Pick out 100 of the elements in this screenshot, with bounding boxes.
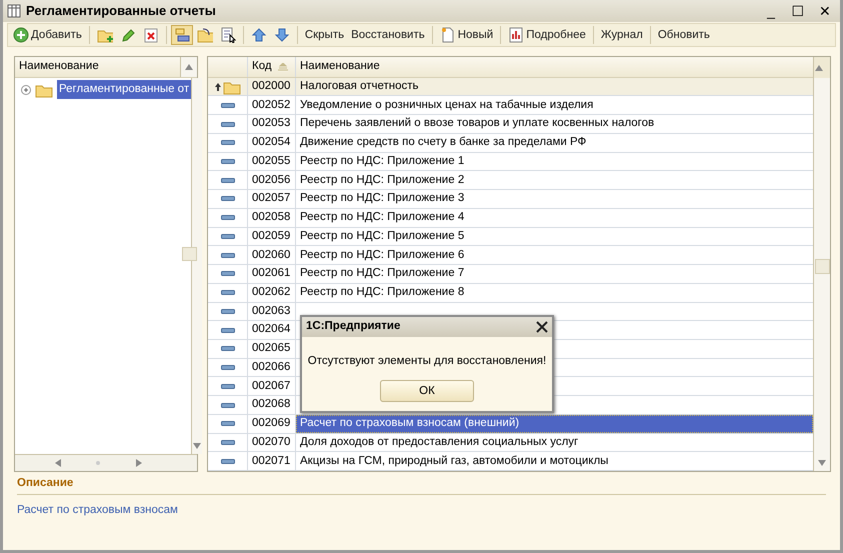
scroll-left-arrow[interactable] [54, 459, 62, 467]
toolbar-button[interactable]: Новый [436, 25, 496, 45]
item-icon [220, 365, 234, 370]
column-header[interactable]: Наименование [296, 57, 813, 77]
table-cell-text: Доля доходов от предоставления социальных услуг [299, 434, 580, 450]
table-cell-text: Реестр по НДС: Приложение 1 [299, 154, 466, 169]
table-cell-text: Реестр по НДС: Приложение 6 [299, 248, 466, 263]
table-row[interactable]: 002071 Акцизы на ГСМ, природный газ, автомобили и мотоциклы [208, 452, 813, 471]
table-cell-text: Реестр по НДС: Приложение 3 [299, 191, 466, 206]
table-row[interactable]: 002060 Реестр по НДС: Приложение 6 [208, 246, 813, 266]
table-row[interactable]: 002052 Уведомление о розничных ценах на табачные изделия [208, 96, 813, 116]
table-cell: 002053 [248, 115, 296, 133]
item-icon [220, 140, 234, 146]
table-cell: 002058 [248, 208, 296, 227]
table-row[interactable]: 002056 Реестр по НДС: Приложение 2 [208, 171, 813, 190]
item-icon [220, 402, 234, 408]
table-cell-text: Реестр по НДС: Приложение 8 [299, 285, 466, 300]
sort-icon [276, 62, 289, 71]
close-button[interactable]: ✕ [814, 4, 836, 18]
table-cell-text: Налоговая отчетность [299, 78, 420, 94]
scroll-thumb[interactable] [96, 461, 100, 465]
minimize-button[interactable]: _ [760, 4, 782, 18]
table-cell-text: Реестр по НДС: Приложение 7 [299, 266, 466, 282]
table-row[interactable]: 002070 Доля доходов от предоставления социальных услуг [208, 434, 813, 452]
item-icon [220, 458, 234, 464]
item-icon [220, 346, 234, 352]
up-arrow-icon [214, 82, 220, 91]
section-heading: Описание [17, 474, 826, 496]
table-row[interactable]: 002058 Реестр по НДС: Приложение 4 [208, 208, 813, 228]
table-cell-text: Реестр по НДС: Приложение 5 [299, 228, 466, 244]
item-icon [220, 440, 234, 446]
table-row[interactable]: 002054 Движение средств по счету в банке за пределами РФ [208, 134, 813, 153]
table-cell: 002065 [248, 340, 296, 358]
table-cell: 002055 [248, 152, 296, 170]
item-icon [220, 328, 234, 333]
scroll-right-arrow[interactable] [134, 459, 142, 467]
table-cell: 002059 [248, 228, 296, 246]
item-icon [220, 290, 234, 296]
table-cell: 002054 [248, 134, 296, 152]
chart-report-icon [508, 27, 524, 43]
table-cell: 002000 [248, 78, 296, 96]
table-row[interactable]: 002062 Реестр по НДС: Приложение 8 [208, 284, 813, 303]
table-cell-text: Движение средств по счету в банке за пределами РФ [299, 135, 588, 150]
item-icon [220, 271, 234, 276]
ok-button[interactable]: ОК [380, 380, 474, 402]
item-icon [220, 122, 234, 127]
scroll-down-arrow[interactable] [192, 442, 202, 450]
table-cell: 002061 [248, 265, 296, 283]
scroll-up-arrow[interactable] [184, 63, 194, 71]
window-title: Регламентированные отчеты [26, 2, 217, 20]
table-cell: 002060 [248, 246, 296, 264]
item-icon [220, 384, 234, 389]
table-cell: Расчет по страховым взносам (внешний) [296, 414, 813, 433]
table-cell-text: Реестр по НДС: Приложение 2 [299, 172, 466, 188]
item-icon [220, 308, 234, 314]
table-icon [7, 4, 21, 18]
description-text: Расчет по страховым взносам [17, 503, 179, 518]
hierarchy-button[interactable] [170, 25, 193, 45]
table-cell: 002070 [248, 434, 296, 452]
table-cell-text: Акцизы на ГСМ, природный газ, автомобили и мотоциклы [299, 454, 610, 469]
scroll-thumb[interactable] [814, 259, 830, 274]
scroll-down-arrow[interactable] [817, 459, 827, 467]
table-row[interactable]: 002053 Перечень заявлений о ввозе товаров и уплате косвенных налогов [208, 115, 813, 134]
scroll-thumb[interactable] [182, 247, 197, 261]
item-icon [220, 159, 234, 164]
table-cell: 002068 [248, 396, 296, 414]
table-cell: 002071 [248, 452, 296, 470]
scroll-up-arrow[interactable] [814, 64, 824, 72]
table-cell: 002062 [248, 284, 296, 302]
item-icon [220, 178, 234, 183]
table-cell: 002057 [248, 190, 296, 208]
table-cell: 002052 [248, 96, 296, 114]
item-icon [220, 215, 234, 220]
table-cell: 002064 [248, 321, 296, 339]
table-row[interactable]: 002055 Реестр по НДС: Приложение 1 [208, 152, 813, 172]
table-row[interactable]: 002069 Расчет по страховым взносам (внешний) [208, 414, 813, 434]
table-row[interactable]: 002000 Налоговая отчетность [208, 78, 813, 96]
table-row[interactable]: 002057 Реестр по НДС: Приложение 3 [208, 190, 813, 209]
table-row[interactable]: 002061 Реестр по НДС: Приложение 7 [208, 265, 813, 284]
item-icon [220, 234, 234, 239]
add-icon [13, 27, 29, 43]
item-icon [220, 196, 234, 202]
toolbar-button[interactable]: Подробнее [505, 25, 589, 45]
dialog-title: 1С:Предприятие [306, 319, 402, 334]
table-cell: 002063 [248, 302, 296, 320]
table-cell: 002066 [248, 358, 296, 376]
item-icon [220, 102, 234, 108]
toolbar-button[interactable]: Добавить [10, 25, 85, 45]
table-cell: 002056 [248, 171, 296, 190]
toolbar-button[interactable]: Обновить [654, 25, 713, 45]
column-header[interactable]: Код [248, 57, 296, 77]
close-icon [536, 321, 548, 333]
maximize-button[interactable]: ☐ [787, 4, 809, 18]
tree-item[interactable]: Регламентированные от [57, 80, 192, 100]
table-row[interactable]: 002059 Реестр по НДС: Приложение 5 [208, 228, 813, 246]
table-cell-text: Перечень заявлений о ввозе товаров и уплате косвенных налогов [299, 116, 656, 132]
toolbar-button[interactable]: Скрыть [302, 25, 348, 45]
toolbar-button[interactable]: Журнал [598, 25, 646, 45]
toolbar-button[interactable]: Восстановить [348, 25, 428, 45]
item-icon [220, 252, 234, 258]
